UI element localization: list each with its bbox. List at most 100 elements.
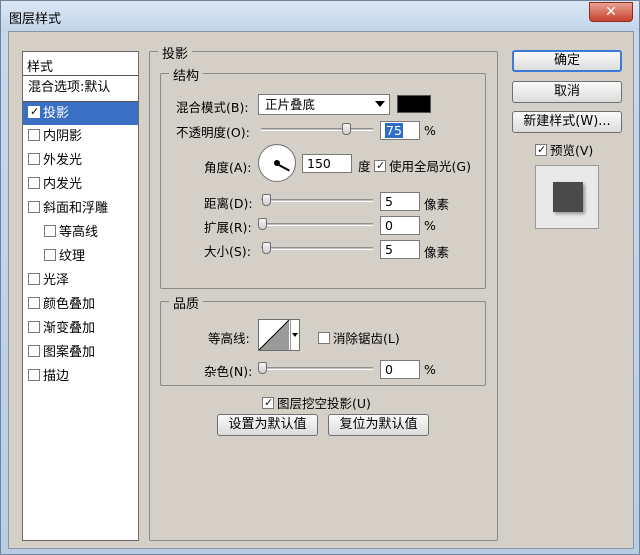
style-item-color-overlay[interactable]: 颜色叠加 (23, 293, 138, 317)
gradient-overlay-checkbox[interactable] (28, 321, 40, 333)
angle-input[interactable]: 150 (302, 154, 352, 173)
size-label: 大小(S): (204, 244, 251, 259)
style-item-contour[interactable]: 等高线 (23, 221, 138, 245)
close-icon: ✕ (605, 4, 617, 20)
style-item-label: 投影 (43, 106, 70, 121)
angle-dial-center (274, 160, 280, 166)
style-item-drop-shadow[interactable]: 投影 (23, 101, 138, 125)
style-item-satin[interactable]: 光泽 (23, 269, 138, 293)
noise-input[interactable]: 0 (380, 360, 420, 379)
opacity-input[interactable]: 75 (380, 121, 420, 140)
chevron-down-icon (375, 101, 385, 107)
layer-style-dialog: 图层样式 ✕ 样式 混合选项:默认 投影 内阴影 外发光 内发光 斜面和浮雕 等… (0, 0, 640, 555)
preview-checkbox[interactable]: 预览(V) (535, 140, 593, 159)
distance-label: 距离(D): (204, 196, 253, 211)
bevel-emboss-checkbox[interactable] (28, 201, 40, 213)
style-item-stroke[interactable]: 描边 (23, 365, 138, 389)
knockout-check[interactable] (262, 397, 274, 409)
blend-options-item[interactable]: 混合选项:默认 (23, 76, 138, 100)
contour-preview-icon (259, 320, 290, 350)
shadow-color-swatch[interactable] (397, 95, 431, 113)
spread-slider[interactable] (261, 223, 373, 226)
style-item-bevel-emboss[interactable]: 斜面和浮雕 (23, 197, 138, 221)
noise-unit: % (424, 362, 436, 377)
style-item-label: 图案叠加 (43, 345, 96, 360)
style-item-pattern-overlay[interactable]: 图案叠加 (23, 341, 138, 365)
drop-shadow-legend: 投影 (158, 43, 193, 62)
style-item-outer-glow[interactable]: 外发光 (23, 149, 138, 173)
contour-checkbox[interactable] (44, 225, 56, 237)
drop-shadow-group: 投影 结构 混合模式(B): 正片叠底 不透明度(O): 75 % 角度(A): (149, 43, 498, 541)
style-item-label: 内阴影 (43, 129, 83, 144)
style-item-texture[interactable]: 纹理 (23, 245, 138, 269)
anti-alias-check[interactable] (318, 332, 330, 344)
inner-shadow-checkbox[interactable] (28, 129, 40, 141)
make-default-button[interactable]: 设置为默认值 (217, 414, 318, 436)
cancel-button[interactable]: 取消 (512, 81, 622, 103)
distance-input[interactable]: 5 (380, 192, 420, 211)
title-bar[interactable]: 图层样式 ✕ (1, 1, 639, 31)
size-slider[interactable] (261, 247, 373, 250)
styles-header[interactable]: 样式 (23, 52, 138, 76)
outer-glow-checkbox[interactable] (28, 153, 40, 165)
spread-slider-handle[interactable] (258, 218, 267, 230)
global-light-label: 使用全局光(G) (389, 159, 471, 174)
drop-shadow-checkbox[interactable] (28, 106, 40, 118)
style-item-label: 描边 (43, 369, 70, 384)
stroke-checkbox[interactable] (28, 369, 40, 381)
noise-slider[interactable] (261, 367, 373, 370)
knockout-checkbox[interactable]: 图层挖空投影(U) (262, 393, 371, 412)
spread-input[interactable]: 0 (380, 216, 420, 235)
global-light-check[interactable] (374, 160, 386, 172)
satin-checkbox[interactable] (28, 273, 40, 285)
chevron-down-icon[interactable] (290, 320, 299, 350)
inner-glow-checkbox[interactable] (28, 177, 40, 189)
distance-slider[interactable] (261, 199, 373, 202)
blend-mode-select[interactable]: 正片叠底 (258, 94, 390, 115)
preview-thumbnail (553, 182, 583, 212)
opacity-value: 75 (385, 123, 403, 138)
style-item-label: 等高线 (59, 225, 99, 240)
size-input[interactable]: 5 (380, 240, 420, 259)
opacity-slider-handle[interactable] (342, 123, 351, 135)
close-button[interactable]: ✕ (589, 2, 633, 22)
noise-slider-handle[interactable] (258, 362, 267, 374)
style-item-label: 颜色叠加 (43, 297, 96, 312)
anti-alias-checkbox[interactable]: 消除锯齿(L) (318, 328, 400, 347)
styles-list: 样式 混合选项:默认 投影 内阴影 外发光 内发光 斜面和浮雕 等高线 纹理 光… (22, 51, 139, 541)
angle-dial[interactable] (258, 144, 296, 182)
dialog-body: 样式 混合选项:默认 投影 内阴影 外发光 内发光 斜面和浮雕 等高线 纹理 光… (8, 31, 634, 549)
blend-mode-label: 混合模式(B): (176, 100, 249, 115)
size-unit: 像素 (424, 245, 450, 260)
style-item-label: 外发光 (43, 153, 83, 168)
global-light-checkbox[interactable]: 使用全局光(G) (374, 156, 471, 175)
spread-unit: % (424, 218, 436, 233)
structure-legend: 结构 (169, 65, 204, 84)
distance-unit: 像素 (424, 197, 450, 212)
size-slider-handle[interactable] (262, 242, 271, 254)
style-item-label: 内发光 (43, 177, 83, 192)
angle-label: 角度(A): (204, 160, 252, 175)
style-preview (535, 165, 599, 229)
quality-legend: 品质 (169, 293, 204, 312)
structure-group: 结构 混合模式(B): 正片叠底 不透明度(O): 75 % 角度(A): 15… (160, 65, 486, 289)
contour-picker[interactable] (258, 319, 300, 351)
angle-unit: 度 (358, 159, 371, 174)
style-item-inner-glow[interactable]: 内发光 (23, 173, 138, 197)
opacity-label: 不透明度(O): (176, 125, 250, 140)
reset-default-button[interactable]: 复位为默认值 (328, 414, 429, 436)
blend-mode-value: 正片叠底 (265, 97, 316, 112)
style-item-gradient-overlay[interactable]: 渐变叠加 (23, 317, 138, 341)
style-item-label: 光泽 (43, 273, 70, 288)
ok-button[interactable]: 确定 (512, 50, 622, 72)
texture-checkbox[interactable] (44, 249, 56, 261)
anti-alias-label: 消除锯齿(L) (333, 331, 400, 346)
color-overlay-checkbox[interactable] (28, 297, 40, 309)
style-item-inner-shadow[interactable]: 内阴影 (23, 125, 138, 149)
new-style-button[interactable]: 新建样式(W)... (512, 111, 622, 133)
pattern-overlay-checkbox[interactable] (28, 345, 40, 357)
opacity-slider[interactable] (261, 128, 373, 131)
quality-group: 品质 等高线: 消除锯齿(L) 杂色(N): 0 % (160, 293, 486, 386)
distance-slider-handle[interactable] (262, 194, 271, 206)
preview-check[interactable] (535, 144, 547, 156)
